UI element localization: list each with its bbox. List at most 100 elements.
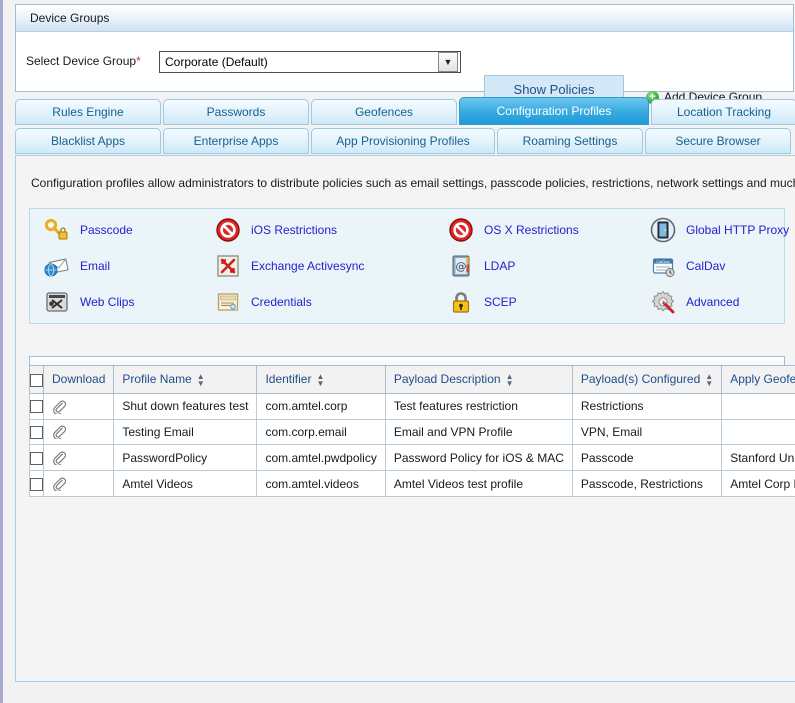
tab-app-provisioning-profiles[interactable]: App Provisioning Profiles [311,128,495,154]
cell-profile-name: Amtel Videos [114,471,257,497]
tab-location-tracking[interactable]: Location Tracking [651,99,795,125]
tab-row-2: Blacklist Apps Enterprise Apps App Provisi… [15,128,795,156]
payload-icon-label: LDAP [484,259,515,273]
download-cell [44,471,114,497]
tab-strip: Rules EnginePasswords Geofences Configurat… [15,99,795,155]
cell-payloads-configured: Passcode, Restrictions [572,471,721,497]
payload-icon-credentials[interactable]: Credentials [215,289,312,315]
row-select-cell [30,393,44,419]
door-proxy-icon [650,217,676,243]
select-all-checkbox[interactable] [30,374,43,387]
panel-description: Configuration profiles allow administrat… [31,176,795,190]
payload-icon-label: Web Clips [80,295,134,309]
payload-icon-caldav[interactable]: CalDav CalDav [650,253,725,279]
cell-profile-name: Shut down features test [114,393,257,419]
row-checkbox[interactable] [30,478,43,491]
column-header-label: Payload Description [394,372,501,386]
application-page: Device Groups Select Device Group* Corpo… [0,0,795,703]
tab-secure-browser[interactable]: Secure Browser [645,128,791,154]
sort-toggle-icon[interactable]: ▲▼ [197,373,205,387]
payload-icon-passcode[interactable]: Passcode [44,217,133,243]
tab-geofences[interactable]: Geofences [311,99,457,125]
tab-label: Geofences [355,105,413,119]
download-cell [44,419,114,445]
cell-identifier: com.corp.email [257,419,385,445]
device-group-selected-value: Corporate (Default) [162,55,438,69]
column-header-payload-description[interactable]: Payload Description ▲▼ [385,366,572,394]
download-cell [44,445,114,471]
payload-icon-label: SCEP [484,295,517,309]
payload-icon-grid: Passcode iOS Restrictions OS X Restriction… [29,208,785,324]
payload-icon-os-x-restrictions[interactable]: OS X Restrictions [448,217,579,243]
configuration-profiles-table: DownloadProfile Name▲▼Identifier▲▼Payloa… [29,365,795,497]
padlock-icon [448,289,474,315]
tab-label: Enterprise Apps [194,134,279,148]
key-lock-icon [44,217,70,243]
cell-apply-geofencing [722,419,795,445]
tab-rules-engine[interactable]: Rules Engine [15,99,161,125]
payload-icon-scep[interactable]: SCEP [448,289,517,315]
column-header-identifier[interactable]: Identifier▲▼ [257,366,385,394]
select-device-group-label: Select Device Group* [26,54,141,68]
payload-icon-label: OS X Restrictions [484,223,579,237]
paperclip-icon[interactable] [52,451,66,465]
svg-text:CalDav: CalDav [656,259,670,264]
sort-toggle-icon[interactable]: ▲▼ [506,373,514,387]
tab-roaming-settings[interactable]: Roaming Settings [497,128,643,154]
payload-icon-label: Credentials [251,295,312,309]
cell-payload-description: Test features restriction [385,393,572,419]
tab-passwords[interactable]: Passwords [163,99,309,125]
payload-icon-advanced[interactable]: Advanced [650,289,739,315]
table-row[interactable]: Amtel Videoscom.amtel.videosAmtel Videos… [30,471,795,497]
column-header-label: Apply Geofencing [730,372,795,386]
tab-configuration-profiles[interactable]: Configuration Profiles [459,97,649,125]
cell-payloads-configured: Restrictions [572,393,721,419]
payload-icon-exchange-activesync[interactable]: Exchange Activesync [215,253,364,279]
certificate-icon [215,289,241,315]
row-checkbox[interactable] [30,400,43,413]
download-cell [44,393,114,419]
directory-at-icon: @ [448,253,474,279]
payload-icon-label: Exchange Activesync [251,259,364,273]
payload-icon-ios-restrictions[interactable]: iOS Restrictions [215,217,337,243]
chevron-down-icon[interactable]: ▼ [438,52,458,72]
row-select-cell [30,419,44,445]
payload-icon-label: Email [80,259,110,273]
payload-icon-web-clips[interactable]: Web Clips [44,289,134,315]
cell-apply-geofencing: Stanford University [722,445,795,471]
sort-toggle-icon[interactable]: ▲▼ [705,373,713,387]
payload-icon-email[interactable]: Email [44,253,110,279]
table-row[interactable]: PasswordPolicycom.amtel.pwdpolicyPasswor… [30,445,795,471]
paperclip-icon[interactable] [52,425,66,439]
cell-profile-name: Testing Email [114,419,257,445]
tab-label: Blacklist Apps [51,134,125,148]
select-device-group-text: Select Device Group [26,54,136,68]
payload-icon-global-http-proxy[interactable]: Global HTTP Proxy [650,217,789,243]
tab-enterprise-apps[interactable]: Enterprise Apps [163,128,309,154]
cell-identifier: com.amtel.videos [257,471,385,497]
required-asterisk: * [136,54,141,68]
row-checkbox[interactable] [30,426,43,439]
payload-icon-label: CalDav [686,259,725,273]
cell-payload-description: Password Policy for iOS & MAC [385,445,572,471]
payload-icon-label: iOS Restrictions [251,223,337,237]
tab-label: App Provisioning Profiles [336,134,469,148]
table-header: DownloadProfile Name▲▼Identifier▲▼Payloa… [30,366,795,394]
tab-label: Roaming Settings [523,134,618,148]
table-row[interactable]: Testing Emailcom.corp.emailEmail and VPN… [30,419,795,445]
sort-toggle-icon[interactable]: ▲▼ [316,373,324,387]
cell-payloads-configured: VPN, Email [572,419,721,445]
paperclip-icon[interactable] [52,477,66,491]
column-header-profile-name[interactable]: Profile Name ▲▼ [114,366,257,394]
payload-icon-ldap[interactable]: @ LDAP [448,253,515,279]
table-row[interactable]: Shut down features testcom.amtel.corpTes… [30,393,795,419]
column-header-payload-s-configured[interactable]: Payload(s) Configured▲▼ [572,366,721,394]
paperclip-icon[interactable] [52,400,66,414]
column-header-label: Profile Name [122,372,191,386]
payload-icon-label: Global HTTP Proxy [686,223,789,237]
row-select-cell [30,471,44,497]
row-checkbox[interactable] [30,452,43,465]
device-group-select[interactable]: Corporate (Default) ▼ [159,51,461,73]
cell-profile-name: PasswordPolicy [114,445,257,471]
tab-blacklist-apps[interactable]: Blacklist Apps [15,128,161,154]
